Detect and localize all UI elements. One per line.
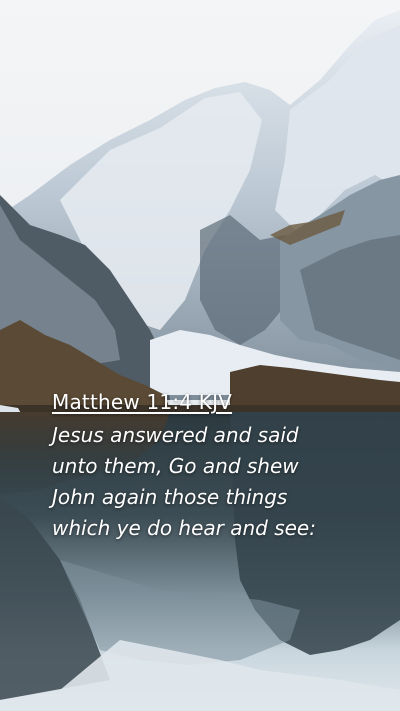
verse-line: Jesus answered and said [52, 423, 299, 447]
verse-line: John again those things [52, 485, 288, 509]
verse-line: unto them, Go and shew [52, 454, 299, 478]
verse-text-block: Matthew 11:4 KJV Jesus answered and said… [52, 388, 392, 544]
verse-line: which ye do hear and see: [52, 516, 316, 540]
verse-reference[interactable]: Matthew 11:4 KJV [52, 388, 392, 416]
mountain-lake-background [0, 0, 400, 711]
